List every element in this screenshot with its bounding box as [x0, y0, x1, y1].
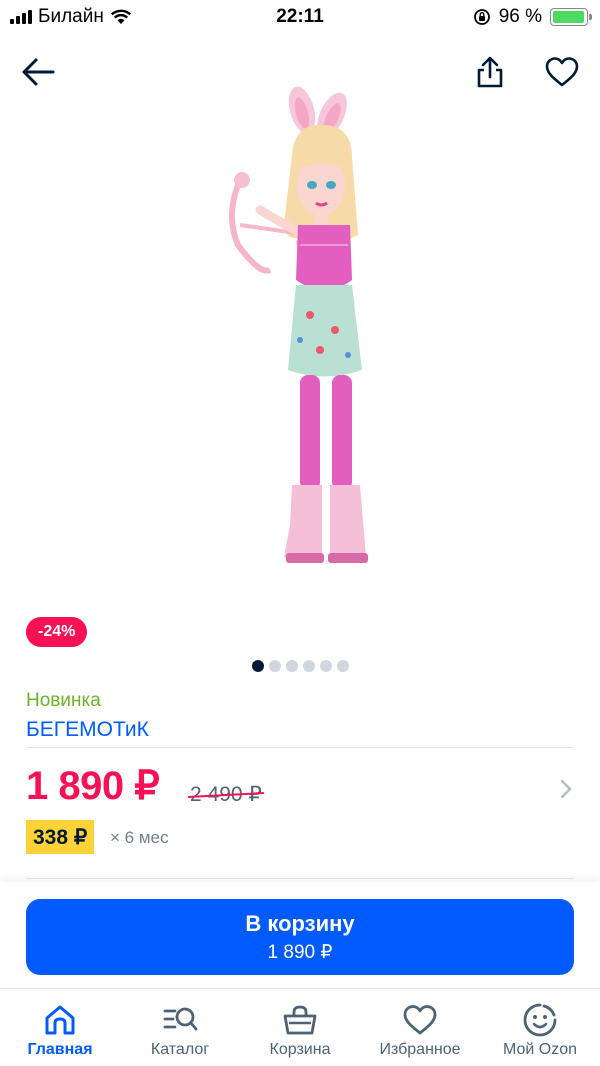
- tab-cart[interactable]: Корзина: [240, 989, 360, 1066]
- installment-term: × 6 мес: [110, 828, 169, 847]
- tab-label: Каталог: [150, 1041, 210, 1058]
- discount-badge: -24%: [26, 617, 88, 647]
- tab-my-ozon[interactable]: Мой Ozon: [480, 989, 600, 1066]
- product-image[interactable]: [200, 85, 400, 585]
- tab-label: Главная: [27, 1041, 93, 1058]
- heart-outline-icon: [545, 57, 579, 87]
- catalog-search-icon: [161, 1001, 199, 1039]
- pagination-dot: [302, 660, 315, 672]
- arrow-left-icon: [22, 58, 55, 86]
- add-to-cart-button[interactable]: В корзину 1 890 ₽: [26, 899, 574, 975]
- brand-link[interactable]: БЕГЕМОТиК: [26, 718, 149, 742]
- tab-label: Мой Ozon: [502, 1041, 578, 1058]
- home-icon: [41, 1001, 79, 1039]
- tab-label: Корзина: [269, 1041, 331, 1058]
- divider: [26, 878, 574, 879]
- orientation-lock-icon: [473, 9, 490, 25]
- pagination-dot: [268, 660, 281, 672]
- tab-favorites[interactable]: Избранное: [360, 989, 480, 1066]
- share-icon: [477, 56, 503, 88]
- gallery-pagination: [0, 660, 600, 672]
- smiley-icon: [521, 1001, 559, 1039]
- tab-bar: Главная Каталог Корзина Избранное Мой Oz…: [0, 988, 600, 1066]
- tab-catalog[interactable]: Каталог: [120, 989, 240, 1066]
- divider: [26, 747, 574, 748]
- old-price: 2 490 ₽: [190, 783, 262, 806]
- new-product-label: Новинка: [26, 690, 101, 711]
- heart-icon: [401, 1001, 439, 1039]
- pagination-dot: [336, 660, 349, 672]
- installment-price[interactable]: 338 ₽: [26, 820, 95, 854]
- battery-percent: 96 %: [498, 6, 542, 27]
- pagination-dot: [285, 660, 298, 672]
- pagination-dot: [319, 660, 332, 672]
- status-bar: Билайн 22:11 96 %: [0, 0, 600, 34]
- share-button[interactable]: [468, 50, 512, 94]
- status-bar-right: 96 %: [473, 6, 592, 28]
- pagination-dot-active: [251, 660, 264, 672]
- current-price: 1 890 ₽: [26, 764, 160, 808]
- tab-home[interactable]: Главная: [0, 989, 120, 1066]
- basket-icon: [281, 1001, 319, 1039]
- battery-icon: [550, 8, 592, 26]
- add-to-cart-price: 1 890 ₽: [267, 942, 333, 963]
- chevron-right-icon[interactable]: [554, 775, 578, 803]
- add-to-cart-label: В корзину: [245, 911, 355, 936]
- tab-label: Избранное: [379, 1041, 461, 1058]
- back-button[interactable]: [16, 50, 60, 94]
- favorite-button[interactable]: [540, 50, 584, 94]
